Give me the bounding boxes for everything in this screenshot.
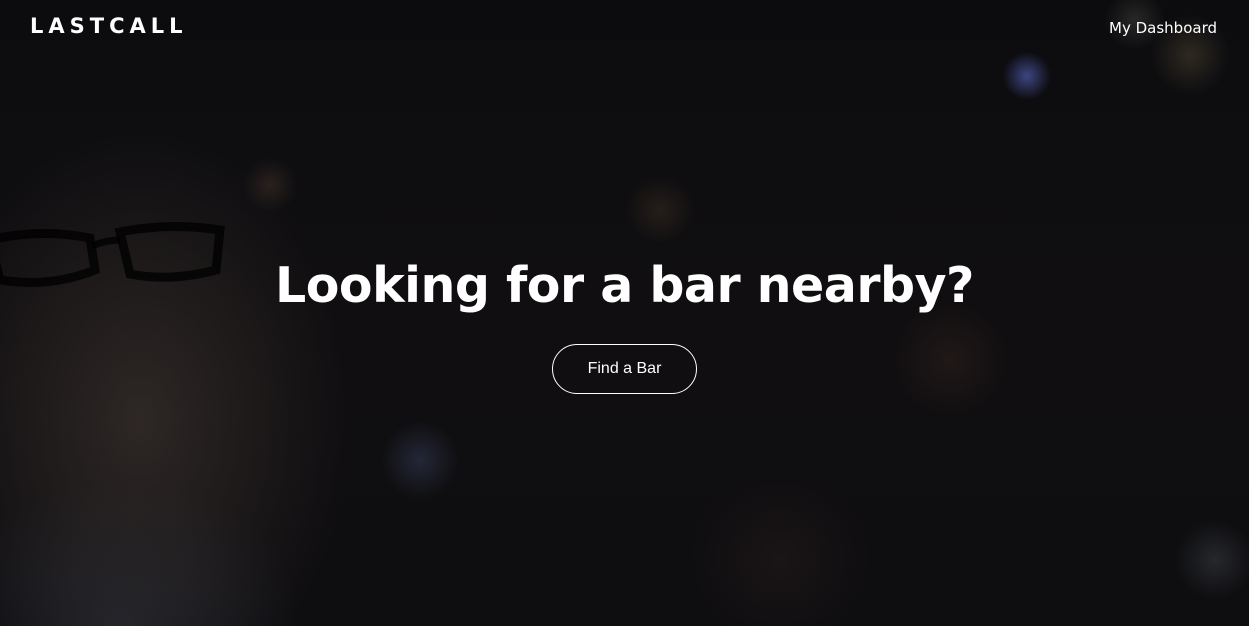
find-a-bar-button[interactable]: Find a Bar bbox=[552, 344, 697, 394]
my-dashboard-link[interactable]: My Dashboard bbox=[1109, 19, 1217, 37]
hero-headline: Looking for a bar nearby? bbox=[275, 257, 974, 314]
logo[interactable]: LASTCALL bbox=[30, 14, 188, 38]
hero-content: Looking for a bar nearby? Find a Bar bbox=[0, 252, 1249, 394]
hero-section: LASTCALL My Dashboard Looking for a bar … bbox=[0, 0, 1249, 626]
